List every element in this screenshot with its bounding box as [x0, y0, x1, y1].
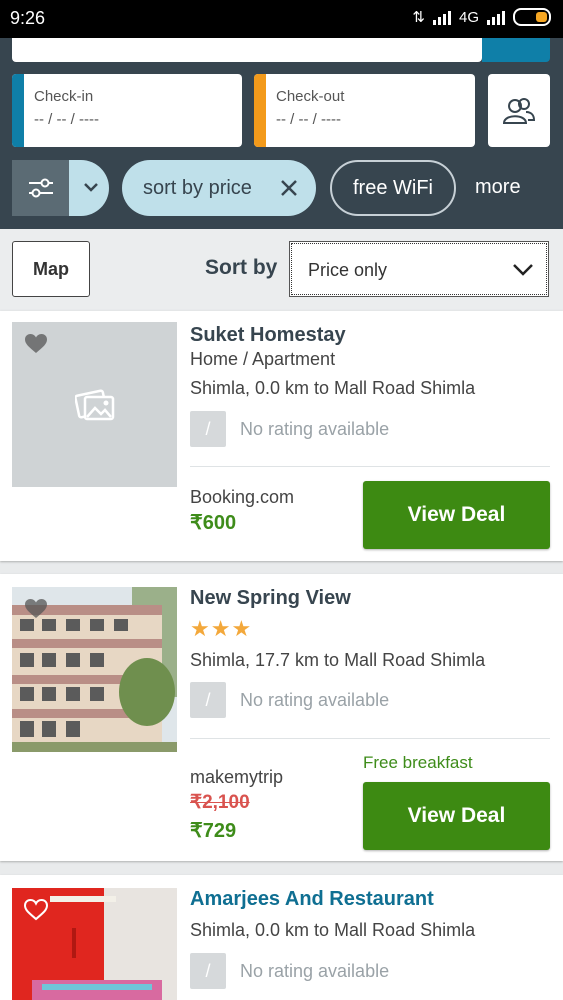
- favorite-heart-icon[interactable]: [24, 598, 48, 620]
- battery-icon: [513, 8, 551, 26]
- guests-button[interactable]: [488, 74, 550, 147]
- search-button[interactable]: [482, 38, 550, 62]
- rating-row: / No rating available: [190, 411, 389, 447]
- star-rating-icon: ★★★: [190, 616, 253, 641]
- status-bar: 9:26 ⇅ 4G: [0, 0, 563, 38]
- chevron-down-icon: [84, 183, 98, 192]
- close-icon[interactable]: [279, 178, 299, 198]
- hotel-location: Shimla, 0.0 km to Mall Road Shimla: [190, 378, 476, 398]
- checkin-label: Check-in: [34, 88, 94, 105]
- checkout-value: -- / -- / ----: [276, 111, 341, 128]
- wifi-chip-label: free WiFi: [353, 176, 433, 199]
- signal-icon-2: [487, 9, 505, 25]
- view-deal-button[interactable]: View Deal: [363, 782, 550, 850]
- hotel-card[interactable]: New Spring View ★★★ Shimla, 17.7 km to M…: [0, 574, 563, 861]
- more-filters-link[interactable]: more: [475, 176, 521, 199]
- hotel-type: Home / Apartment: [190, 349, 336, 369]
- card-divider: [190, 466, 550, 467]
- hotel-image-placeholder[interactable]: [12, 322, 177, 487]
- free-breakfast-perk: Free breakfast: [363, 753, 473, 772]
- deal-price: ₹600: [190, 512, 237, 534]
- sliders-icon: [12, 160, 69, 216]
- rating-text: No rating available: [240, 960, 390, 981]
- deal-provider: Booking.com: [190, 487, 295, 507]
- rating-badge: /: [190, 411, 226, 447]
- sort-chip-label: sort by price: [143, 176, 252, 199]
- signal-icon: [432, 9, 451, 25]
- deal-price: ₹729: [190, 820, 237, 842]
- sort-by-price-chip[interactable]: sort by price: [122, 160, 316, 216]
- hotel-location: Shimla, 17.7 km to Mall Road Shimla: [190, 650, 486, 670]
- sort-by-label: Sort by: [205, 256, 278, 279]
- chevron-down-icon: [513, 264, 533, 276]
- free-wifi-chip[interactable]: free WiFi: [330, 160, 456, 216]
- rating-row: / No rating available: [190, 953, 389, 989]
- hotel-card[interactable]: Amarjees And Restaurant Shimla, 0.0 km t…: [0, 875, 563, 1000]
- checkout-accent: [254, 74, 266, 147]
- original-price: ₹2,100: [190, 792, 250, 813]
- network-type: 4G: [458, 8, 479, 26]
- deal-provider: makemytrip: [190, 767, 284, 787]
- map-button[interactable]: Map: [12, 241, 90, 297]
- hotel-name[interactable]: Amarjees And Restaurant: [190, 888, 434, 911]
- rating-text: No rating available: [240, 418, 390, 439]
- hotel-name[interactable]: Suket Homestay: [190, 324, 346, 347]
- checkin-field[interactable]: Check-in -- / -- / ----: [12, 74, 242, 147]
- checkin-accent: [12, 74, 24, 147]
- rating-text: No rating available: [240, 689, 390, 710]
- checkin-value: -- / -- / ----: [34, 111, 99, 128]
- card-divider: [190, 738, 550, 739]
- favorite-heart-icon[interactable]: [24, 899, 48, 921]
- rating-badge: /: [190, 682, 226, 718]
- guests-icon: [502, 97, 536, 124]
- filter-button[interactable]: [12, 160, 109, 216]
- data-transfer-icon: ⇅: [412, 9, 425, 26]
- checkout-label: Check-out: [276, 88, 345, 105]
- hotel-photo[interactable]: [12, 587, 177, 752]
- rating-badge: /: [190, 953, 226, 989]
- rating-row: / No rating available: [190, 682, 389, 718]
- checkout-field[interactable]: Check-out -- / -- / ----: [254, 74, 475, 147]
- view-deal-button[interactable]: View Deal: [363, 481, 550, 549]
- sort-select-value: Price only: [308, 260, 388, 280]
- destination-input[interactable]: [12, 38, 482, 62]
- hotel-card[interactable]: Suket Homestay Home / Apartment Shimla, …: [0, 311, 563, 561]
- hotel-location: Shimla, 0.0 km to Mall Road Shimla: [190, 920, 476, 940]
- hotel-name[interactable]: New Spring View: [190, 587, 351, 610]
- sort-select[interactable]: Price only: [289, 241, 549, 297]
- hotel-photo[interactable]: [12, 888, 177, 1000]
- image-placeholder-icon: [74, 388, 114, 420]
- favorite-heart-icon[interactable]: [24, 333, 48, 355]
- status-time: 9:26: [10, 8, 46, 28]
